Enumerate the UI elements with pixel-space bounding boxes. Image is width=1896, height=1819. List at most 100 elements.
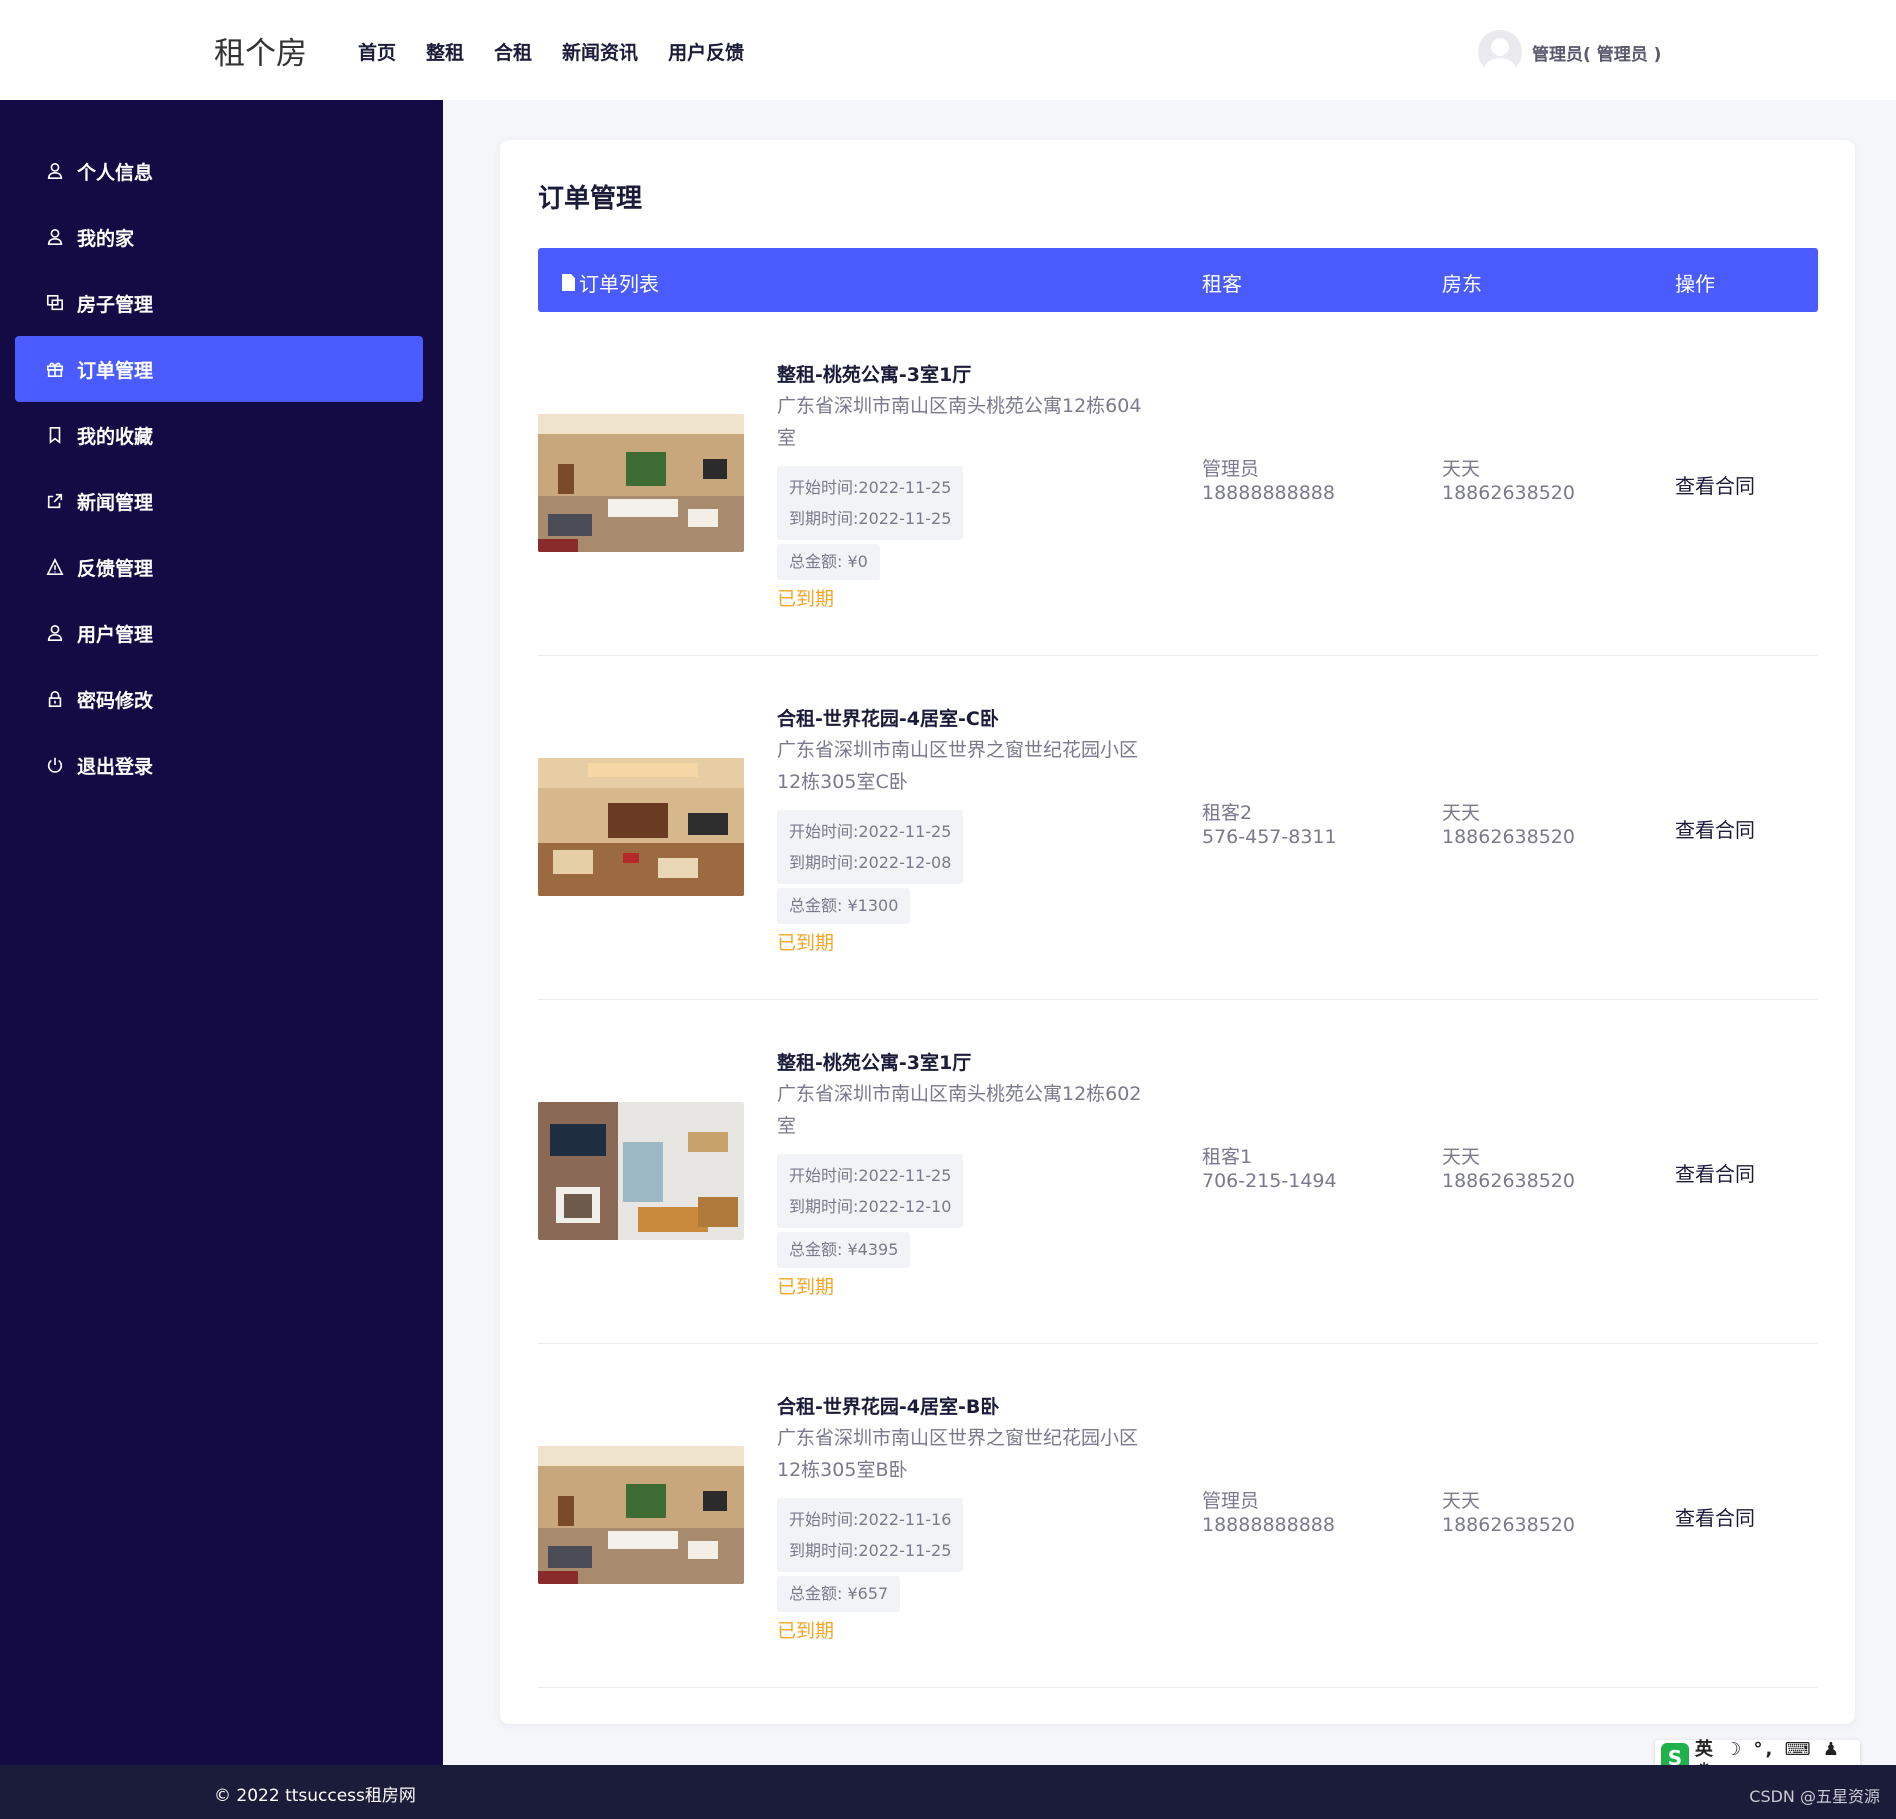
landlord-phone: 18862638520	[1442, 1514, 1575, 1536]
end-date: 到期时间:2022-11-25	[789, 1541, 952, 1560]
status-badge: 已到期	[777, 1276, 835, 1298]
avatar[interactable]	[1478, 30, 1522, 74]
house-thumbnail[interactable]	[538, 1446, 744, 1584]
top-nav: 首页 整租 合租 新闻资讯 用户反馈	[358, 38, 774, 65]
landlord-info: 天天 18862638520	[1442, 1489, 1575, 1537]
watermark: CSDN @五星资源	[1749, 1787, 1880, 1806]
table-row: 合租-世界花园-4居室-C卧 广东省深圳市南山区世界之窗世纪花园小区12栋305…	[538, 656, 1818, 1000]
sidebar-item-user-manage[interactable]: 用户管理	[15, 600, 423, 666]
gift-icon	[45, 359, 65, 379]
order-title[interactable]: 整租-桃苑公寓-3室1厅	[777, 1048, 971, 1075]
nav-whole-rent[interactable]: 整租	[426, 38, 464, 65]
living-room-image	[538, 414, 744, 552]
tenant-info: 管理员 18888888888	[1202, 1489, 1335, 1537]
order-address: 广东省深圳市南山区南头桃苑公寓12栋602室	[777, 1083, 1142, 1137]
order-title[interactable]: 合租-世界花园-4居室-B卧	[777, 1392, 999, 1419]
house-thumbnail[interactable]	[538, 758, 744, 896]
top-navbar: 租个房 首页 整租 合租 新闻资讯 用户反馈 管理员( 管理员 )	[0, 0, 1896, 100]
order-address: 广东省深圳市南山区世界之窗世纪花园小区12栋305室C卧	[777, 739, 1139, 793]
view-contract-link[interactable]: 查看合同	[1675, 1502, 1755, 1531]
landlord-info: 天天 18862638520	[1442, 457, 1575, 505]
user-name[interactable]: 管理员( 管理员 )	[1532, 40, 1661, 65]
sidebar-item-news-manage[interactable]: 新闻管理	[15, 468, 423, 534]
tenant-info: 租客2 576-457-8311	[1202, 801, 1337, 849]
tenant-name: 租客2	[1202, 802, 1253, 824]
column-action: 操作	[1675, 272, 1715, 296]
order-amount: 总金额: ¥0	[777, 544, 880, 580]
lock-icon	[45, 689, 65, 709]
nav-home[interactable]: 首页	[358, 38, 396, 65]
sidebar-item-profile[interactable]: 个人信息	[15, 138, 423, 204]
living-room-image	[538, 1446, 744, 1584]
sidebar-item-label: 我的家	[77, 227, 135, 250]
sidebar-item-logout[interactable]: 退出登录	[15, 732, 423, 798]
tenant-name: 管理员	[1202, 1490, 1260, 1512]
user-menu[interactable]: 管理员( 管理员 )	[1478, 30, 1661, 74]
nav-shared-rent[interactable]: 合租	[494, 38, 532, 65]
brand-logo[interactable]: 租个房	[214, 28, 307, 73]
table-row: 整租-桃苑公寓-3室1厅 广东省深圳市南山区南头桃苑公寓12栋604室 开始时间…	[538, 312, 1818, 656]
tenant-name: 租客1	[1202, 1146, 1253, 1168]
nav-feedback[interactable]: 用户反馈	[668, 38, 744, 65]
sidebar-item-label: 反馈管理	[77, 557, 154, 580]
power-icon	[45, 755, 65, 775]
order-address: 广东省深圳市南山区世界之窗世纪花园小区12栋305室B卧	[777, 1427, 1139, 1481]
order-amount: 总金额: ¥4395	[777, 1232, 911, 1268]
sidebar-item-label: 订单管理	[77, 359, 154, 382]
order-dates: 开始时间:2022-11-25 到期时间:2022-12-10	[777, 1154, 964, 1228]
start-date: 开始时间:2022-11-25	[789, 478, 952, 497]
sidebar-item-label: 个人信息	[77, 161, 154, 184]
end-date: 到期时间:2022-12-08	[789, 853, 952, 872]
start-date: 开始时间:2022-11-16	[789, 1510, 952, 1529]
order-address: 广东省深圳市南山区南头桃苑公寓12栋604室	[777, 395, 1142, 449]
tenant-info: 租客1 706-215-1494	[1202, 1145, 1337, 1193]
nav-news[interactable]: 新闻资讯	[562, 38, 638, 65]
living-room-image	[538, 758, 744, 896]
order-dates: 开始时间:2022-11-25 到期时间:2022-11-25	[777, 466, 964, 540]
sidebar-item-house-manage[interactable]: 房子管理	[15, 270, 423, 336]
view-contract-link[interactable]: 查看合同	[1675, 814, 1755, 843]
end-date: 到期时间:2022-12-10	[789, 1197, 952, 1216]
landlord-phone: 18862638520	[1442, 826, 1575, 848]
order-amount: 总金额: ¥657	[777, 1576, 901, 1612]
order-title[interactable]: 整租-桃苑公寓-3室1厅	[777, 360, 971, 387]
view-contract-link[interactable]: 查看合同	[1675, 1158, 1755, 1187]
table-row: 整租-桃苑公寓-3室1厅 广东省深圳市南山区南头桃苑公寓12栋602室 开始时间…	[538, 1000, 1818, 1344]
end-date: 到期时间:2022-11-25	[789, 509, 952, 528]
order-title[interactable]: 合租-世界花园-4居室-C卧	[777, 704, 999, 731]
sidebar-item-feedback-manage[interactable]: 反馈管理	[15, 534, 423, 600]
landlord-name: 天天	[1442, 802, 1481, 824]
sidebar-item-my-home[interactable]: 我的家	[15, 204, 423, 270]
sidebar-item-label: 新闻管理	[77, 491, 154, 514]
sidebar-item-change-password[interactable]: 密码修改	[15, 666, 423, 732]
bookmark-icon	[45, 425, 65, 445]
house-thumbnail[interactable]	[538, 1102, 744, 1240]
sidebar-item-label: 我的收藏	[77, 425, 154, 448]
landlord-info: 天天 18862638520	[1442, 801, 1575, 849]
column-order-list: 订单列表	[562, 268, 659, 297]
external-link-icon	[45, 491, 65, 511]
warning-icon	[45, 557, 65, 577]
start-date: 开始时间:2022-11-25	[789, 1166, 952, 1185]
sidebar-item-label: 密码修改	[77, 689, 154, 712]
view-contract-link[interactable]: 查看合同	[1675, 470, 1755, 499]
tenant-phone: 18888888888	[1202, 482, 1335, 504]
order-dates: 开始时间:2022-11-16 到期时间:2022-11-25	[777, 1498, 964, 1572]
page-title: 订单管理	[538, 184, 643, 214]
sidebar-item-favorites[interactable]: 我的收藏	[15, 402, 423, 468]
start-date: 开始时间:2022-11-25	[789, 822, 952, 841]
copy-icon	[45, 293, 65, 313]
sidebar-item-label: 退出登录	[77, 755, 154, 778]
column-landlord: 房东	[1442, 272, 1482, 296]
tenant-phone: 706-215-1494	[1202, 1170, 1337, 1192]
order-card: 订单管理 订单列表 租客 房东 操作 整租-桃苑公寓-3室1厅 广东省深圳市南山…	[500, 140, 1855, 1724]
house-thumbnail[interactable]	[538, 414, 744, 552]
sidebar-item-label: 房子管理	[77, 293, 154, 316]
footer-copyright: © 2022 ttsuccess租房网	[214, 1786, 416, 1806]
sidebar-item-order-manage[interactable]: 订单管理	[15, 336, 423, 402]
order-amount: 总金额: ¥1300	[777, 888, 911, 924]
user-icon	[45, 623, 65, 643]
order-dates: 开始时间:2022-11-25 到期时间:2022-12-08	[777, 810, 964, 884]
table-row: 合租-世界花园-4居室-B卧 广东省深圳市南山区世界之窗世纪花园小区12栋305…	[538, 1344, 1818, 1688]
landlord-phone: 18862638520	[1442, 1170, 1575, 1192]
